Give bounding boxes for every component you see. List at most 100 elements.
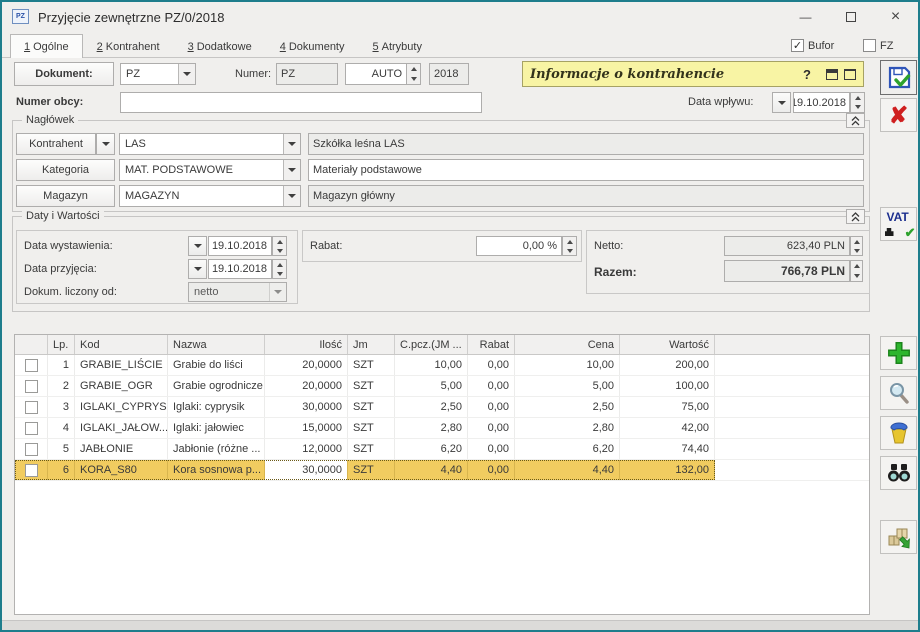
- numer-obcy-input[interactable]: [120, 92, 482, 113]
- app-icon: PZ: [12, 9, 29, 24]
- row-checkbox[interactable]: [25, 443, 38, 456]
- header-kod[interactable]: Kod: [75, 335, 168, 354]
- edit-item-button[interactable]: [880, 376, 917, 410]
- numer-auto-field[interactable]: AUTO: [345, 63, 407, 85]
- help-icon[interactable]: ?: [803, 67, 811, 82]
- header-cena[interactable]: Cena: [515, 335, 620, 354]
- netto-field: 623,40 PLN: [724, 236, 850, 256]
- kontrahent-button[interactable]: Kontrahent: [16, 133, 96, 155]
- header-wartosc[interactable]: Wartość: [620, 335, 715, 354]
- binoculars-icon: [886, 462, 912, 484]
- magnifier-icon: [887, 381, 911, 405]
- row-checkbox[interactable]: [25, 422, 38, 435]
- chevron-down-icon: [269, 283, 286, 301]
- dokument-button[interactable]: Dokument:: [14, 62, 114, 86]
- numer-prefix-field: PZ: [276, 63, 338, 85]
- dokum-liczony-label: Dokum. liczony od:: [24, 286, 117, 298]
- bufor-checkbox[interactable]: [791, 39, 804, 52]
- header-cpcz[interactable]: C.pcz.(JM ...: [395, 335, 468, 354]
- chevron-down-icon[interactable]: [283, 186, 300, 206]
- window-title: Przyjęcie zewnętrzne PZ/0/2018: [38, 10, 224, 25]
- vat-icon: VAT ✔: [884, 211, 914, 237]
- kategoria-name-field[interactable]: Materiały podstawowe: [308, 159, 864, 181]
- data-wplywu-field[interactable]: 19.10.2018: [793, 92, 850, 113]
- data-wystawienia-label: Data wystawienia:: [24, 240, 113, 252]
- ilosc-edit-cell[interactable]: 30,0000: [265, 460, 348, 480]
- find-item-button[interactable]: [880, 456, 917, 490]
- chevron-down-icon[interactable]: [178, 64, 195, 84]
- numer-auto-spinner[interactable]: [406, 63, 421, 85]
- items-table: Lp. Kod Nazwa Ilość Jm C.pcz.(JM ... Rab…: [14, 334, 870, 615]
- data-przyjecia-label: Data przyjęcia:: [24, 263, 97, 275]
- data-wystawienia-field[interactable]: 19.10.2018: [208, 236, 272, 256]
- row-checkbox[interactable]: [25, 380, 38, 393]
- magazyn-code-combo[interactable]: MAGAZYN: [119, 185, 301, 207]
- save-icon: [886, 65, 912, 91]
- tab-dokumenty[interactable]: 4Dokumenty: [266, 34, 359, 58]
- bottom-resize-strip[interactable]: [2, 620, 918, 630]
- kontrahent-code-combo[interactable]: LAS: [119, 133, 301, 155]
- row-checkbox[interactable]: [25, 401, 38, 414]
- row-checkbox[interactable]: [25, 359, 38, 372]
- daty-collapse-button[interactable]: [846, 209, 865, 224]
- tab-kontrahent[interactable]: 2Kontrahent: [83, 34, 174, 58]
- chevron-down-icon[interactable]: [283, 134, 300, 154]
- table-row[interactable]: 1 GRABIE_LIŚCIE Grabie do liści 20,0000 …: [15, 355, 869, 376]
- close-button[interactable]: ×: [873, 2, 918, 32]
- minimize-button[interactable]: —: [783, 2, 828, 32]
- daty-wartosci-title: Daty i Wartości: [22, 210, 104, 222]
- rabat-input[interactable]: 0,00 %: [476, 236, 562, 256]
- kontrahent-info-banner[interactable]: Informacje o kontrahencie ?: [522, 61, 864, 87]
- data-wplywu-label: Data wpływu:: [688, 96, 753, 108]
- delete-item-button[interactable]: [880, 416, 917, 450]
- document-schema-combo[interactable]: PZ: [120, 63, 196, 85]
- row-checkbox[interactable]: [25, 464, 38, 477]
- header-lp[interactable]: Lp.: [48, 335, 75, 354]
- fz-checkbox[interactable]: [863, 39, 876, 52]
- collapse-icon: [850, 116, 861, 126]
- naglowek-title: Nagłówek: [22, 114, 78, 126]
- table-row[interactable]: 5 JABŁONIE Jabłonie (różne ... 12,0000 S…: [15, 439, 869, 460]
- import-boxes-icon: [886, 524, 912, 550]
- data-wystawienia-dropdown[interactable]: [188, 236, 207, 256]
- data-przyjecia-field[interactable]: 19.10.2018: [208, 259, 272, 279]
- naglowek-collapse-button[interactable]: [846, 113, 865, 128]
- table-row[interactable]: 4 IGLAKI_JAŁOW... Iglaki: jałowiec 15,00…: [15, 418, 869, 439]
- fz-label: FZ: [880, 40, 893, 52]
- numer-year-field: 2018: [429, 63, 469, 85]
- header-rabat[interactable]: Rabat: [468, 335, 515, 354]
- trash-icon: [887, 421, 911, 445]
- save-button[interactable]: [880, 60, 917, 95]
- add-item-button[interactable]: [880, 336, 917, 370]
- tab-dodatkowe[interactable]: 3Dodatkowe: [174, 34, 266, 58]
- data-przyjecia-spinner[interactable]: [272, 259, 287, 279]
- banner-text: Informacje o kontrahencie: [530, 67, 803, 82]
- kategoria-button[interactable]: Kategoria: [16, 159, 115, 181]
- dokum-liczony-combo: netto: [188, 282, 287, 302]
- header-ilosc[interactable]: Ilość: [265, 335, 348, 354]
- maximize-panel-icon[interactable]: [844, 69, 856, 80]
- magazyn-button[interactable]: Magazyn: [16, 185, 115, 207]
- rabat-spinner[interactable]: [562, 236, 577, 256]
- data-wplywu-spinner[interactable]: [850, 92, 865, 113]
- header-jm[interactable]: Jm: [348, 335, 395, 354]
- data-wystawienia-spinner[interactable]: [272, 236, 287, 256]
- kategoria-code-combo[interactable]: MAT. PODSTAWOWE: [119, 159, 301, 181]
- chevron-down-icon[interactable]: [283, 160, 300, 180]
- table-row[interactable]: 2 GRABIE_OGR Grabie ogrodnicze 20,0000 S…: [15, 376, 869, 397]
- table-row[interactable]: 3 IGLAKI_CYPRYS Iglaki: cyprysik 30,0000…: [15, 397, 869, 418]
- cancel-button[interactable]: ✘: [880, 98, 917, 132]
- table-row-selected[interactable]: 6 KORA_S80 Kora sosnowa p... 30,0000 SZT…: [15, 460, 869, 481]
- maximize-button[interactable]: [828, 2, 873, 32]
- netto-spinner: [850, 236, 863, 256]
- data-przyjecia-dropdown[interactable]: [188, 259, 207, 279]
- vat-preview-button[interactable]: VAT ✔: [880, 207, 917, 241]
- tab-ogolne[interactable]: 1Ogólne: [10, 34, 83, 58]
- dock-panel-icon[interactable]: [826, 69, 838, 80]
- titlebar: PZ Przyjęcie zewnętrzne PZ/0/2018 — ×: [2, 2, 918, 32]
- kontrahent-split-dropdown[interactable]: [96, 133, 115, 155]
- header-nazwa[interactable]: Nazwa: [168, 335, 265, 354]
- data-wplywu-dropdown[interactable]: [772, 92, 791, 113]
- tab-atrybuty[interactable]: 5Atrybuty: [359, 34, 436, 58]
- import-items-button[interactable]: [880, 520, 917, 554]
